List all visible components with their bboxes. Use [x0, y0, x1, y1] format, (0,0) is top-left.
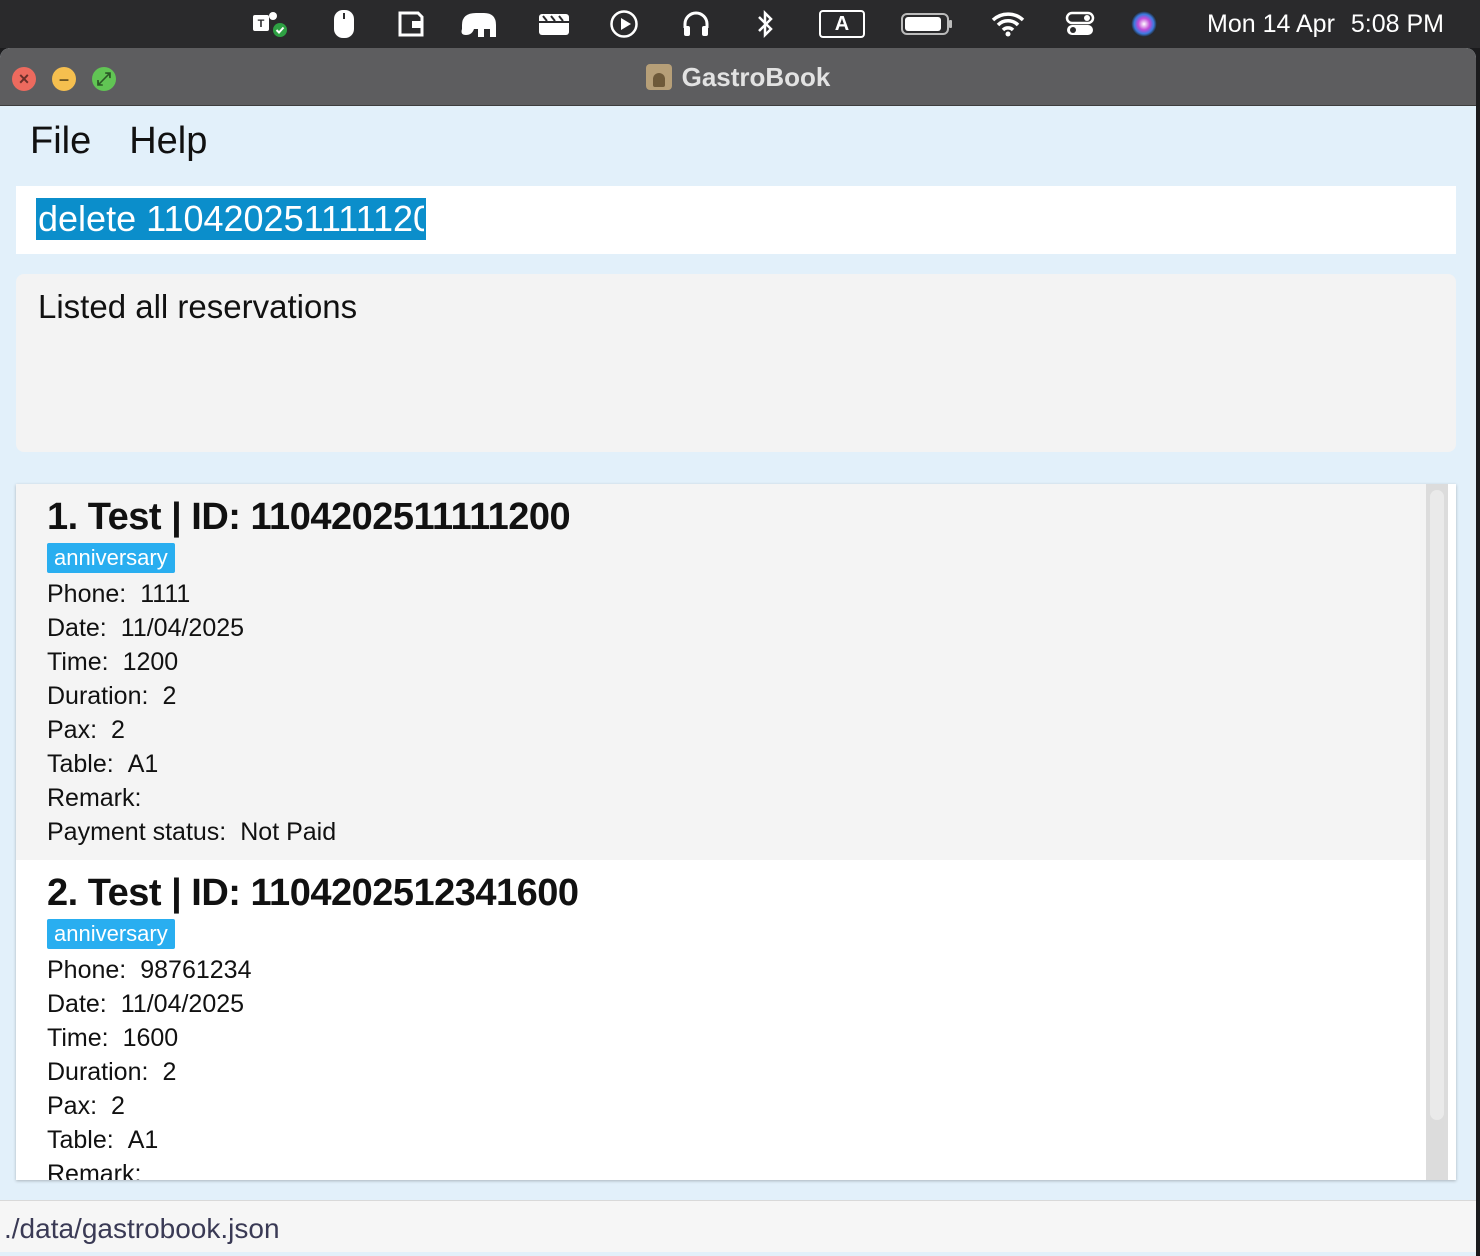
reservation-tag: anniversary — [47, 919, 175, 949]
field-value: A1 — [127, 750, 159, 778]
menu-file[interactable]: File — [30, 120, 91, 163]
date-text: Mon 14 Apr — [1207, 9, 1335, 38]
field-label: Phone: — [47, 956, 127, 984]
table-row: Table: A1 — [47, 1123, 1395, 1157]
field-label: Pax: — [47, 716, 98, 744]
reservation-tag: anniversary — [47, 543, 175, 573]
field-label: Table: — [47, 1126, 114, 1154]
mouse-icon[interactable] — [330, 10, 358, 38]
duration-row: Duration: 2 — [47, 1055, 1395, 1089]
menu-bar-clock[interactable]: Mon 14 Apr 5:08 PM — [1207, 0, 1444, 48]
field-label: Remark: — [47, 784, 142, 812]
input-source-label: A — [819, 10, 865, 38]
field-value: 11/04/2025 — [120, 990, 245, 1018]
field-value: 1111 — [140, 580, 191, 608]
duration-row: Duration: 2 — [47, 679, 1395, 713]
reservation-list[interactable]: 1. Test | ID: 1104202511111200 anniversa… — [16, 484, 1456, 1180]
table-row: Table: A1 — [47, 747, 1395, 781]
field-label: Duration: — [47, 682, 149, 710]
play-icon[interactable] — [608, 10, 640, 38]
elephant-icon[interactable] — [458, 10, 500, 38]
field-value: Not Paid — [240, 818, 337, 846]
field-value: 2 — [162, 1058, 177, 1086]
svg-text:T: T — [258, 18, 265, 30]
gastrobook-window: × – ⤢ GastroBook File Help Listed all re… — [0, 48, 1476, 1256]
phone-row: Phone: 1111 — [47, 577, 1395, 611]
data-file-path: ./data/gastrobook.json — [4, 1213, 280, 1244]
date-row: Date: 11/04/2025 — [47, 987, 1395, 1021]
siri-icon[interactable] — [1128, 10, 1160, 38]
field-value: 1200 — [122, 648, 179, 676]
bluetooth-icon[interactable] — [754, 9, 776, 39]
field-label: Date: — [47, 614, 107, 642]
command-input[interactable] — [36, 198, 426, 240]
time-row: Time: 1600 — [47, 1021, 1395, 1055]
teams-icon[interactable]: T — [250, 10, 290, 38]
address-book-icon — [645, 64, 672, 90]
reservation-header: 2. Test | ID: 1104202512341600 — [47, 872, 579, 914]
field-value: 2 — [111, 1092, 125, 1120]
app-menu-bar: File Help — [30, 120, 207, 163]
field-label: Time: — [47, 648, 109, 676]
status-bar: ./data/gastrobook.json — [0, 1200, 1476, 1252]
list-scrollbar[interactable] — [1426, 484, 1448, 1180]
remark-row: Remark: — [47, 781, 1395, 815]
reservation-card[interactable]: 1. Test | ID: 1104202511111200 anniversa… — [16, 484, 1426, 860]
field-value: 11/04/2025 — [120, 614, 245, 642]
menu-help[interactable]: Help — [129, 120, 207, 163]
remark-row: Remark: — [47, 1157, 1395, 1180]
clapper-icon[interactable] — [536, 10, 572, 38]
battery-icon[interactable] — [900, 10, 954, 38]
keyboard-input-icon[interactable]: A — [818, 10, 866, 38]
control-center-icon[interactable] — [1064, 10, 1096, 38]
pax-row: Pax: 2 — [47, 1089, 1395, 1123]
window-titlebar: × – ⤢ GastroBook — [0, 48, 1476, 106]
field-label: Remark: — [47, 1160, 142, 1180]
field-label: Time: — [47, 1024, 109, 1052]
command-box — [16, 186, 1456, 254]
window-title-area: GastroBook — [0, 48, 1476, 106]
field-value: 98761234 — [140, 956, 252, 984]
headphones-icon[interactable] — [680, 10, 712, 38]
date-row: Date: 11/04/2025 — [47, 611, 1395, 645]
time-text: 5:08 PM — [1350, 9, 1444, 38]
result-display: Listed all reservations — [16, 274, 1456, 452]
pax-row: Pax: 2 — [47, 713, 1395, 747]
reservation-card[interactable]: 2. Test | ID: 1104202512341600 anniversa… — [16, 860, 1426, 1180]
payment-status-row: Payment status: Not Paid — [47, 815, 1395, 849]
field-value: A1 — [127, 1126, 159, 1154]
field-value: 2 — [162, 682, 177, 710]
time-row: Time: 1200 — [47, 645, 1395, 679]
field-label: Table: — [47, 750, 114, 778]
window-title: GastroBook — [681, 61, 831, 92]
wifi-icon[interactable] — [990, 10, 1026, 38]
field-value: 1600 — [122, 1024, 179, 1052]
field-value: 2 — [111, 716, 125, 744]
field-label: Pax: — [47, 1092, 98, 1120]
field-label: Payment status: — [47, 818, 227, 846]
system-menu-bar: T A Mon 14 Apr 5:08 PM — [0, 0, 1480, 48]
field-label: Phone: — [47, 580, 127, 608]
scrollbar-thumb[interactable] — [1430, 490, 1444, 1120]
phone-row: Phone: 98761234 — [47, 953, 1395, 987]
wallet-icon[interactable] — [396, 10, 426, 38]
result-text: Listed all reservations — [38, 288, 358, 325]
field-label: Duration: — [47, 1058, 149, 1086]
field-label: Date: — [47, 990, 107, 1018]
reservation-header: 1. Test | ID: 1104202511111200 — [47, 496, 571, 538]
